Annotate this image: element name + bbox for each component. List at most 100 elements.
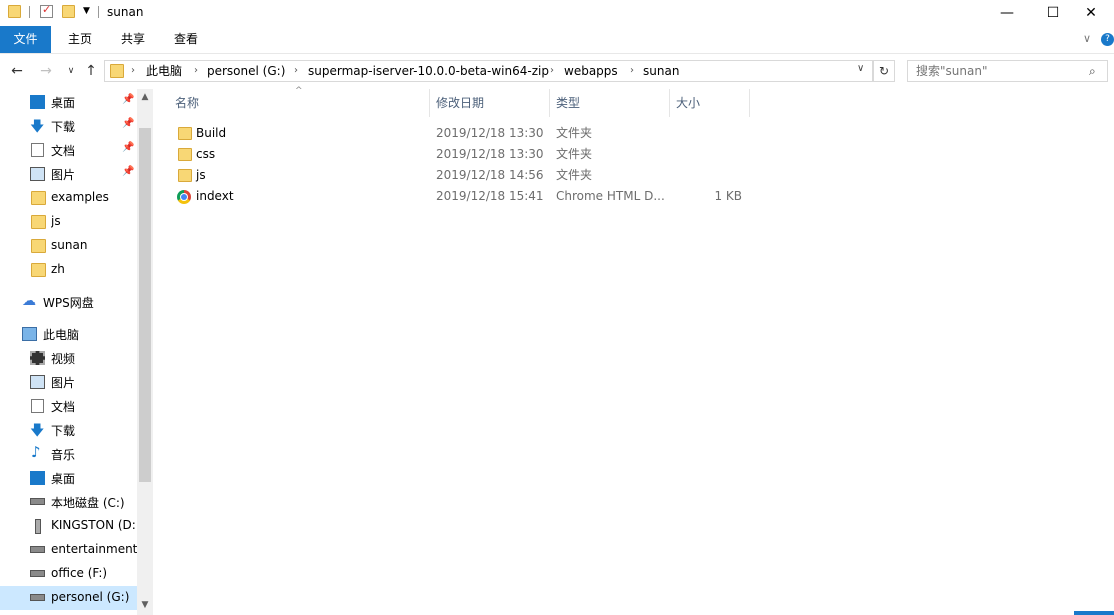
video-icon: [30, 351, 45, 365]
new-folder-icon[interactable]: [62, 5, 75, 18]
breadcrumb-item[interactable]: webapps: [564, 61, 618, 81]
nav-item-js[interactable]: js: [0, 210, 137, 234]
nav-item-sunan[interactable]: sunan: [0, 234, 137, 258]
pin-icon[interactable]: 📌: [122, 118, 134, 129]
nav-item-music[interactable]: ♪ 音乐: [0, 442, 137, 466]
nav-label: WPS网盘: [43, 296, 94, 310]
nav-item-pictures[interactable]: 图片 📌: [0, 162, 137, 186]
drive-icon: [30, 498, 45, 505]
folder-icon: [110, 64, 124, 78]
nav-label: zh: [51, 262, 65, 276]
nav-item-drive-c[interactable]: 本地磁盘 (C:): [0, 490, 137, 514]
file-row[interactable]: css 2019/12/18 13:30 文件夹: [170, 144, 750, 165]
search-box[interactable]: ⌕: [907, 60, 1108, 82]
close-button[interactable]: ✕: [1068, 0, 1114, 26]
nav-label: personel (G:): [51, 590, 130, 604]
nav-item-drive-d[interactable]: KINGSTON (D:: [0, 514, 137, 538]
window-title: sunan: [107, 5, 144, 19]
breadcrumb-item[interactable]: personel (G:): [207, 61, 285, 81]
column-header-size[interactable]: 大小: [670, 89, 750, 117]
nav-item-this-pc[interactable]: 此电脑: [0, 322, 137, 346]
file-name: js: [196, 168, 206, 182]
scrollbar-thumb[interactable]: [139, 128, 151, 482]
scroll-down-icon[interactable]: ▼: [137, 597, 153, 613]
pin-icon[interactable]: 📌: [122, 94, 134, 105]
nav-label: 桌面: [51, 472, 76, 486]
pin-icon[interactable]: 📌: [122, 166, 134, 177]
nav-label: 下载: [51, 424, 76, 438]
forward-arrow-icon[interactable]: →: [37, 62, 55, 80]
folder-icon: [178, 148, 192, 161]
refresh-icon[interactable]: ↻: [873, 60, 895, 82]
usb-drive-icon: [35, 519, 41, 534]
nav-item-examples[interactable]: examples: [0, 186, 137, 210]
pin-icon[interactable]: 📌: [122, 142, 134, 153]
column-header-date[interactable]: 修改日期: [430, 89, 550, 117]
details-view-indicator[interactable]: [1074, 611, 1114, 615]
nav-item-documents-pc[interactable]: 文档: [0, 394, 137, 418]
nav-label: 图片: [51, 376, 76, 390]
properties-icon[interactable]: ✓: [40, 3, 53, 18]
tab-file[interactable]: 文件: [0, 26, 51, 53]
file-row[interactable]: Build 2019/12/18 13:30 文件夹: [170, 123, 750, 144]
file-date: 2019/12/18 14:56: [436, 168, 544, 182]
nav-item-desktop-pc[interactable]: 桌面: [0, 466, 137, 490]
file-size: 1 KB: [714, 189, 742, 203]
folder-icon: [31, 215, 46, 229]
recent-locations-icon[interactable]: ∨: [62, 62, 80, 80]
breadcrumb-chevron-icon[interactable]: ›: [294, 61, 298, 81]
breadcrumb-item[interactable]: supermap-iserver-10.0.0-beta-win64-zip: [308, 61, 549, 81]
title-bar: ✓ ▼ sunan — ☐ ✕: [0, 0, 1114, 26]
column-header-name[interactable]: 名称: [169, 89, 430, 117]
tab-home[interactable]: 主页: [56, 26, 104, 53]
nav-label: js: [51, 214, 61, 228]
nav-item-drive-f[interactable]: office (F:): [0, 562, 137, 586]
breadcrumb-item[interactable]: 此电脑: [146, 61, 182, 81]
search-input[interactable]: [912, 62, 1090, 80]
pictures-icon: [30, 375, 45, 389]
nav-item-downloads-pc[interactable]: 🡇 下载: [0, 418, 137, 442]
tab-share[interactable]: 共享: [109, 26, 157, 53]
nav-label: 文档: [51, 400, 76, 414]
nav-label: 视频: [51, 352, 76, 366]
help-icon[interactable]: ?: [1101, 33, 1114, 46]
nav-item-zh[interactable]: zh: [0, 258, 137, 282]
breadcrumb-chevron-icon[interactable]: ›: [131, 61, 135, 81]
file-row[interactable]: indext 2019/12/18 15:41 Chrome HTML D...…: [170, 186, 750, 207]
address-dropdown-icon[interactable]: ∨: [857, 63, 864, 74]
nav-label: KINGSTON (D:: [51, 518, 136, 532]
scroll-up-icon[interactable]: ▲: [137, 89, 153, 105]
breadcrumb-chevron-icon[interactable]: ›: [550, 61, 554, 81]
column-header-type[interactable]: 类型: [550, 89, 670, 117]
breadcrumb-item[interactable]: sunan: [643, 61, 679, 81]
breadcrumb-chevron-icon[interactable]: ›: [630, 61, 634, 81]
computer-icon: [22, 327, 37, 341]
nav-item-desktop[interactable]: 桌面 📌: [0, 90, 137, 114]
file-row[interactable]: js 2019/12/18 14:56 文件夹: [170, 165, 750, 186]
address-bar[interactable]: › 此电脑 › personel (G:) › supermap-iserver…: [104, 60, 873, 82]
file-date: 2019/12/18 13:30: [436, 126, 544, 140]
customize-quick-access-icon[interactable]: ▼: [83, 6, 90, 16]
breadcrumb-chevron-icon[interactable]: ›: [194, 61, 198, 81]
file-date: 2019/12/18 13:30: [436, 147, 544, 161]
nav-item-downloads[interactable]: 🡇 下载 📌: [0, 114, 137, 138]
nav-item-videos[interactable]: 视频: [0, 346, 137, 370]
separator: [29, 6, 30, 18]
file-name: css: [196, 147, 216, 161]
nav-item-drive-e[interactable]: entertainment (: [0, 538, 137, 562]
search-icon[interactable]: ⌕: [1089, 64, 1096, 79]
tab-view[interactable]: 查看: [162, 26, 210, 53]
file-type: 文件夹: [556, 126, 593, 140]
nav-item-wps-cloud[interactable]: ☁ WPS网盘: [0, 290, 137, 314]
nav-item-pictures-pc[interactable]: 图片: [0, 370, 137, 394]
file-type: 文件夹: [556, 147, 593, 161]
expand-ribbon-icon[interactable]: ∨: [1083, 32, 1091, 45]
drive-icon: [30, 594, 45, 601]
nav-item-documents[interactable]: 文档 📌: [0, 138, 137, 162]
nav-item-drive-g[interactable]: personel (G:): [0, 586, 137, 610]
up-arrow-icon[interactable]: ↑: [82, 62, 100, 80]
minimize-button[interactable]: —: [984, 0, 1030, 26]
back-arrow-icon[interactable]: ←: [8, 62, 26, 80]
nav-label: 本地磁盘 (C:): [51, 496, 125, 510]
nav-label: 此电脑: [43, 328, 80, 342]
